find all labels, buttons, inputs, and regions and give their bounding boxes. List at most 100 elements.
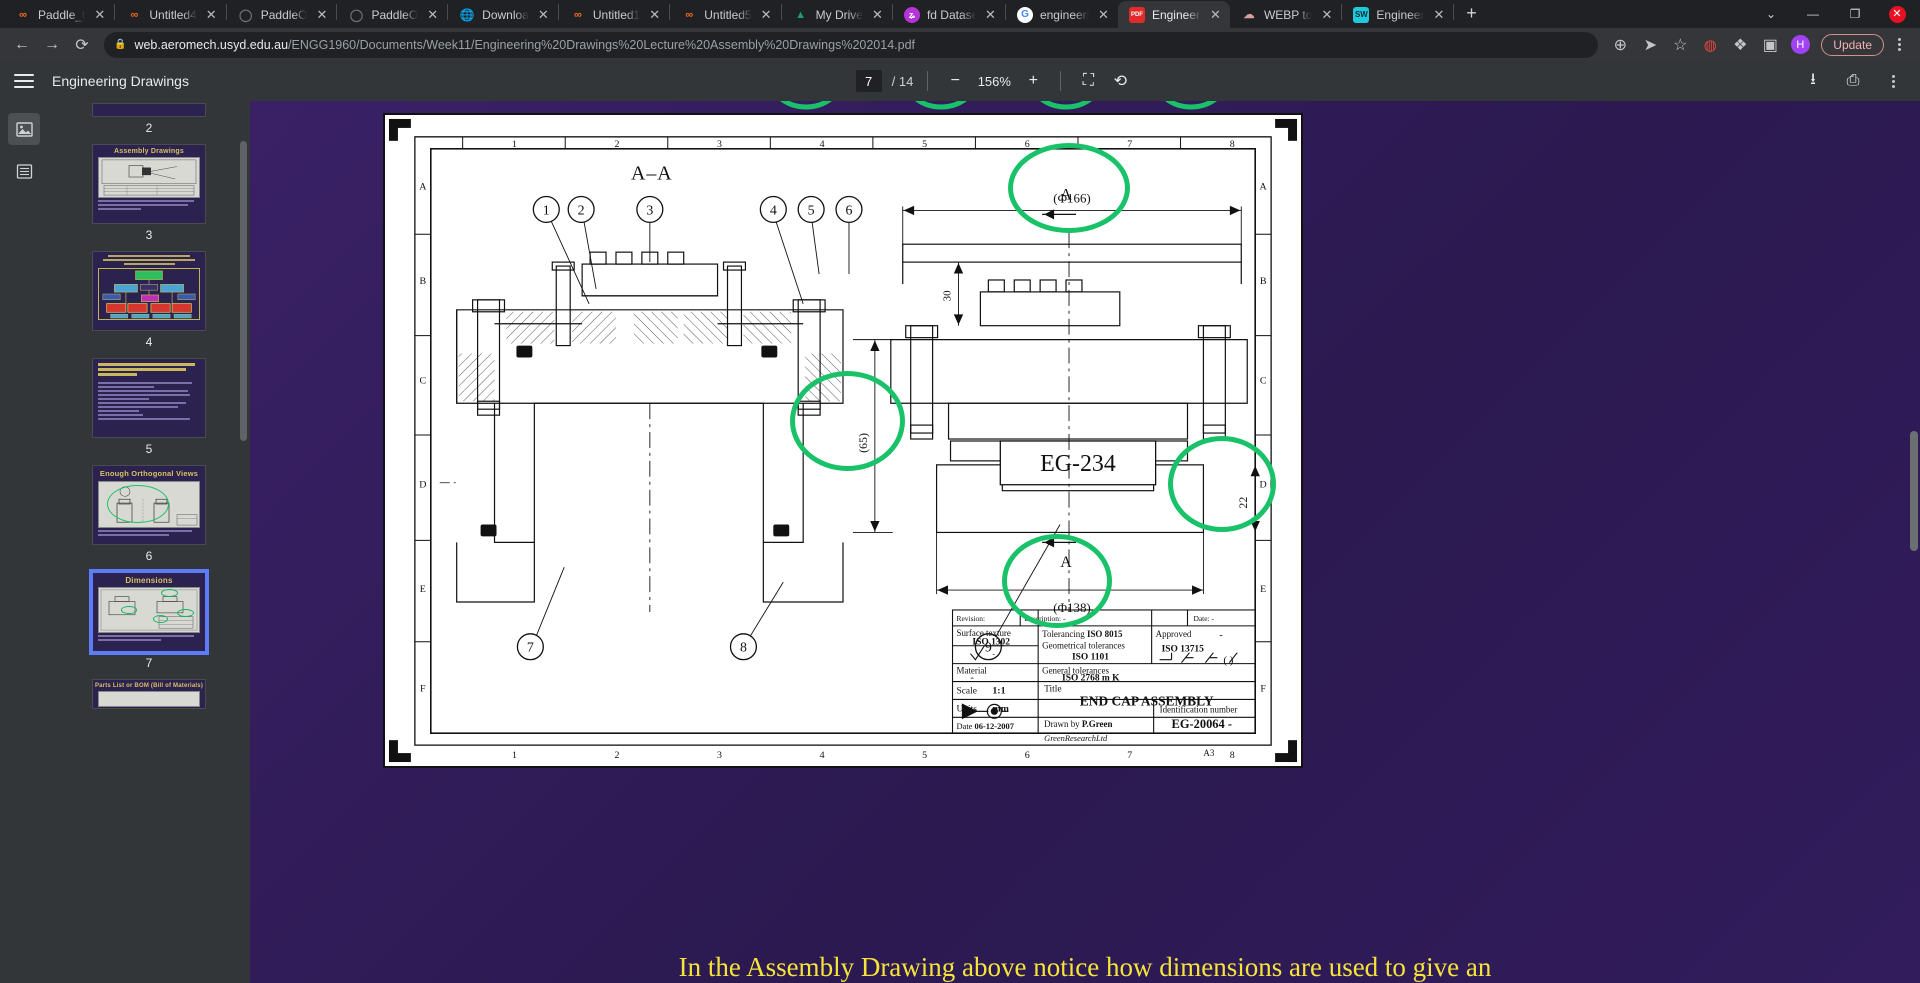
window-minimize-button[interactable]: — — [1792, 0, 1834, 28]
tab-list-chevron-icon[interactable]: ⌄ — [1750, 0, 1792, 28]
zoom-in-button[interactable]: + — [1020, 68, 1046, 94]
url-domain: web.aeromech.usyd.edu.au — [134, 37, 289, 52]
svg-text:3: 3 — [717, 750, 722, 761]
document-outline-icon[interactable] — [8, 155, 40, 187]
rotate-icon[interactable]: ⟲ — [1107, 68, 1133, 94]
browser-tab-3[interactable]: ◯ PaddleO ✕ — [337, 1, 447, 28]
lock-icon: 🔒 — [114, 39, 127, 50]
avatar-initial: H — [1790, 35, 1810, 54]
sidebar-scrollbar[interactable] — [240, 141, 247, 441]
svg-text:C: C — [420, 375, 427, 386]
thumbnail-page-number: 2 — [145, 121, 153, 135]
browser-tab-9[interactable]: G engineeri ✕ — [1006, 1, 1118, 28]
browser-tab-1[interactable]: ∞ Untitled4 ✕ — [115, 1, 225, 28]
part-tag-label: EG-234 — [1040, 451, 1116, 477]
svg-text:6: 6 — [1025, 139, 1030, 150]
tab-close-icon[interactable]: ✕ — [1319, 7, 1334, 22]
extensions-puzzle-icon[interactable]: ❖ — [1726, 31, 1754, 59]
tab-close-icon[interactable]: ✕ — [1431, 7, 1446, 22]
tab-label: Untitled4 — [149, 7, 197, 22]
highlight-circle-22 — [1168, 436, 1276, 532]
svg-text:2: 2 — [615, 139, 620, 150]
download-icon[interactable]: ⭳ — [1800, 68, 1826, 94]
extension-red-icon[interactable]: ◍ — [1696, 31, 1724, 59]
favicon-paddle-icon: ∞ — [130, 8, 139, 21]
tab-close-icon[interactable]: ✕ — [536, 7, 551, 22]
sidepanel-icon[interactable]: ▣ — [1756, 31, 1784, 59]
browser-tab-11[interactable]: ☁ WEBP to ✕ — [1230, 1, 1341, 28]
tab-close-icon[interactable]: ✕ — [1208, 7, 1223, 22]
page-total-label: / 14 — [891, 73, 914, 89]
pdf-thumbnail-page-7-current[interactable]: Dimensions — [89, 569, 209, 655]
highlight-circle — [153, 615, 168, 623]
avatar[interactable]: H — [1786, 31, 1814, 59]
browser-tab-10-active[interactable]: PDF Engineeri ✕ — [1117, 1, 1230, 28]
fit-to-page-icon[interactable]: ⛶ — [1075, 68, 1101, 94]
tb-general-tol-value: ISO 2768 m K — [1062, 674, 1120, 684]
reload-button[interactable]: ⟳ — [68, 31, 96, 59]
tab-label: Engineer — [1376, 7, 1425, 22]
share-icon[interactable]: ➤ — [1636, 31, 1664, 59]
svg-text:1: 1 — [543, 203, 550, 218]
tab-close-icon[interactable]: ✕ — [870, 7, 885, 22]
browser-tab-5[interactable]: ∞ Untitled1 ✕ — [559, 1, 669, 28]
tb-sheet-size: A3 — [1203, 748, 1214, 758]
pdf-more-menu-button[interactable] — [1880, 68, 1906, 94]
tb-date-header: Date: - — [1193, 614, 1214, 623]
svg-text:F: F — [420, 683, 426, 694]
pdf-page-controls: 7 / 14 − 156% + ⛶ ⟲ — [855, 68, 1134, 94]
tab-close-icon[interactable]: ✕ — [425, 7, 440, 22]
browser-tab-2[interactable]: ◯ PaddleO ✕ — [227, 1, 337, 28]
pdf-thumbnail-page-6[interactable]: Enough Orthogonal Views — [92, 465, 206, 545]
browser-tab-0[interactable]: ∞ Paddle_t ✕ — [4, 1, 114, 28]
pdf-thumbnail-page-2[interactable] — [92, 103, 206, 117]
thumbnail-title: Assembly Drawings — [114, 148, 184, 155]
tab-close-icon[interactable]: ✕ — [204, 7, 219, 22]
browser-tab-8[interactable]: ʑ fd Datase ✕ — [893, 1, 1005, 28]
favicon-pdf-icon: PDF — [1128, 6, 1145, 23]
pdf-page-canvas[interactable]: 1234 5678 1234 5678 ABC DEF ABC DEF A–A … — [250, 101, 1920, 983]
tab-close-icon[interactable]: ✕ — [92, 7, 107, 22]
tab-close-icon[interactable]: ✕ — [314, 7, 329, 22]
window-maximize-button[interactable]: ❐ — [1834, 0, 1876, 28]
page-scrollbar[interactable] — [1910, 431, 1918, 551]
dimension-30: 30 — [942, 290, 954, 301]
zoom-level-label[interactable]: 156% — [974, 74, 1014, 89]
browser-tab-4[interactable]: 🌐 Downloa ✕ — [448, 1, 558, 28]
page-number-input[interactable]: 7 — [855, 70, 882, 92]
window-close-button[interactable]: ✕ — [1876, 0, 1918, 28]
thumbnail-text-lines — [98, 200, 200, 210]
tab-label: My Drive — [815, 7, 863, 22]
new-tab-button[interactable]: + — [1457, 0, 1485, 27]
update-button[interactable]: Update — [1821, 33, 1884, 56]
svg-text:8: 8 — [740, 641, 747, 656]
tab-close-icon[interactable]: ✕ — [983, 7, 998, 22]
pdf-thumbnail-page-5[interactable] — [92, 358, 206, 438]
address-bar[interactable]: 🔒 web.aeromech.usyd.edu.au/ENGG1960/Docu… — [104, 31, 1599, 58]
tab-close-icon[interactable]: ✕ — [647, 7, 662, 22]
sidebar-toggle-button[interactable] — [14, 74, 34, 88]
tab-label: PaddleO — [260, 7, 308, 22]
tab-close-icon[interactable]: ✕ — [1096, 7, 1111, 22]
thumbnail-view-icon[interactable] — [8, 113, 40, 145]
bookmark-star-icon[interactable]: ☆ — [1666, 31, 1694, 59]
forward-button[interactable]: → — [38, 31, 66, 59]
highlight-circle-phi166 — [1008, 143, 1130, 233]
back-button[interactable]: ← — [8, 31, 36, 59]
pdf-thumbnail-page-4[interactable] — [92, 251, 206, 331]
svg-text:F: F — [1260, 683, 1266, 694]
browser-menu-button[interactable] — [1886, 32, 1912, 58]
thumbnail-figure — [98, 587, 200, 633]
zoom-out-button[interactable]: − — [942, 68, 968, 94]
browser-tab-7[interactable]: ▲ My Drive ✕ — [782, 1, 892, 28]
print-icon[interactable]: ⎙ — [1840, 68, 1866, 94]
pdf-thumbnail-page-8[interactable]: Parts List or BOM (Bill of Materials) — [92, 679, 206, 709]
browser-tab-12[interactable]: SW Engineer ✕ — [1342, 1, 1453, 28]
svg-text:1: 1 — [512, 139, 517, 150]
tb-revision-label: Revision: — [957, 614, 986, 623]
pdf-thumbnail-page-3[interactable]: Assembly Drawings — [92, 144, 206, 224]
zoom-icon[interactable]: ⊕ — [1606, 31, 1634, 59]
favicon-huggingface-icon: ʑ — [903, 6, 920, 23]
tab-close-icon[interactable]: ✕ — [759, 7, 774, 22]
browser-tab-6[interactable]: ∞ Untitled5 ✕ — [670, 1, 780, 28]
